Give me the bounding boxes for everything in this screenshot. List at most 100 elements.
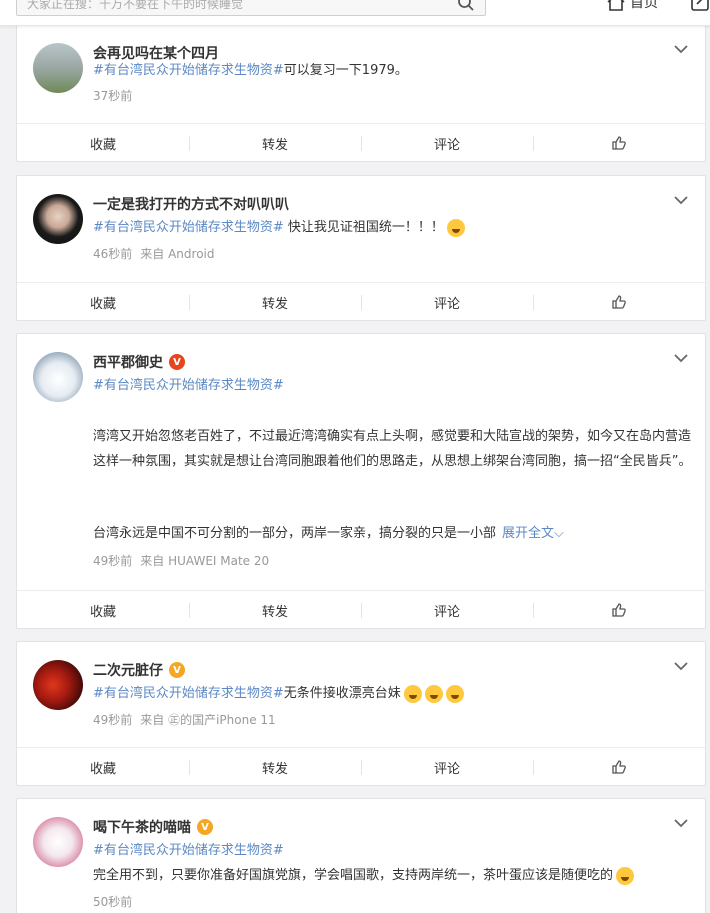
search-box[interactable]: 大家正在搜：千万不要在下午的时候睡觉 bbox=[16, 0, 486, 16]
comment-button[interactable]: 评论 bbox=[361, 591, 533, 629]
like-button[interactable] bbox=[533, 124, 705, 162]
repost-label: 转发 bbox=[261, 137, 288, 153]
home-icon bbox=[607, 0, 625, 11]
smile-emoji-icon bbox=[445, 684, 464, 703]
verified-badge-icon: V bbox=[169, 662, 185, 678]
feed-card: 会再见吗在某个四月 #有台湾民众开始储存求生物资#可以复习一下1979。 37秒… bbox=[16, 24, 706, 162]
post-body: 无条件接收漂亮台妹 bbox=[283, 686, 401, 701]
repost-button[interactable]: 转发 bbox=[189, 748, 361, 786]
post-time[interactable]: 37秒前 bbox=[93, 89, 132, 103]
user-name-row: 会再见吗在某个四月 bbox=[93, 43, 219, 63]
post-time[interactable]: 49秒前 bbox=[93, 554, 132, 568]
like-button[interactable] bbox=[533, 283, 705, 321]
user-name[interactable]: 会再见吗在某个四月 bbox=[93, 43, 219, 63]
verified-badge-icon: V bbox=[169, 354, 185, 370]
chevron-down-icon[interactable] bbox=[673, 817, 689, 829]
post-meta: 50秒前 bbox=[93, 893, 132, 910]
user-name[interactable]: 喝下午茶的喵喵 bbox=[93, 817, 191, 837]
comment-label: 评论 bbox=[433, 604, 460, 620]
thumbs-up-icon bbox=[612, 603, 626, 617]
feed-card: 西平郡御史 V #有台湾民众开始储存求生物资# 湾湾又开始忽悠老百姓了，不过最近… bbox=[16, 333, 706, 629]
like-button[interactable] bbox=[533, 748, 705, 786]
chevron-down-icon[interactable] bbox=[673, 43, 689, 55]
action-bar: 收藏 转发 评论 bbox=[17, 282, 705, 321]
user-name-row: 二次元脏仔 V bbox=[93, 660, 185, 680]
search-icon[interactable] bbox=[457, 0, 475, 12]
verified-badge-icon: V bbox=[197, 819, 213, 835]
scared-emoji-icon bbox=[446, 218, 465, 237]
topic-link[interactable]: #有台湾民众开始储存求生物资# bbox=[93, 843, 284, 858]
avatar[interactable] bbox=[33, 43, 83, 93]
post-source: 来自 HUAWEI Mate 20 bbox=[140, 554, 270, 568]
repost-label: 转发 bbox=[261, 604, 288, 620]
collect-label: 收藏 bbox=[89, 761, 116, 777]
repost-button[interactable]: 转发 bbox=[189, 124, 361, 162]
post-text: #有台湾民众开始储存求生物资# bbox=[93, 841, 284, 861]
like-button[interactable] bbox=[533, 591, 705, 629]
post-meta: 49秒前 来自 HUAWEI Mate 20 bbox=[93, 552, 269, 569]
comment-button[interactable]: 评论 bbox=[361, 124, 533, 162]
post-paragraph: 湾湾又开始忽悠老百姓了，不过最近湾湾确实有点上头啊，感觉要和大陆宣战的架势，如今… bbox=[93, 429, 692, 469]
home-link[interactable]: 首页 bbox=[606, 0, 658, 12]
collect-button[interactable]: 收藏 bbox=[17, 591, 189, 629]
avatar[interactable] bbox=[33, 660, 83, 710]
smile-emoji-icon bbox=[403, 684, 422, 703]
post-time[interactable]: 49秒前 bbox=[93, 713, 132, 727]
chevron-down-icon[interactable] bbox=[673, 352, 689, 364]
post-body: 完全用不到，只要你准备好国旗党旗，学会唱国歌，支持两岸统一，茶叶蛋应该是随便吃的 bbox=[93, 868, 614, 883]
search-placeholder: 大家正在搜：千万不要在下午的时候睡觉 bbox=[27, 0, 244, 11]
post-text: #有台湾民众开始储存求生物资# bbox=[93, 376, 284, 396]
compose-icon[interactable] bbox=[690, 0, 710, 12]
feed-card: 一定是我打开的方式不对叭叭叭 #有台湾民众开始储存求生物资# 快让我见证祖国统一… bbox=[16, 175, 706, 321]
repost-button[interactable]: 转发 bbox=[189, 283, 361, 321]
post-time[interactable]: 50秒前 bbox=[93, 895, 132, 909]
expand-link[interactable]: 展开全文⌵ bbox=[502, 526, 564, 541]
chevron-down-icon[interactable] bbox=[673, 194, 689, 206]
smile-emoji-icon bbox=[424, 684, 443, 703]
repost-button[interactable]: 转发 bbox=[189, 591, 361, 629]
post-text: #有台湾民众开始储存求生物资#无条件接收漂亮台妹 bbox=[93, 684, 464, 704]
post-paragraph: 台湾永远是中国不可分割的一部分，两岸一家亲，搞分裂的只是一小部 展开全文⌵ bbox=[93, 524, 564, 544]
comment-button[interactable]: 评论 bbox=[361, 748, 533, 786]
user-name[interactable]: 二次元脏仔 bbox=[93, 660, 163, 680]
post-body: 台湾永远是中国不可分割的一部分，两岸一家亲，搞分裂的只是一小部 bbox=[93, 526, 497, 541]
expand-label: 展开全文 bbox=[502, 526, 555, 541]
avatar[interactable] bbox=[33, 194, 83, 244]
action-bar: 收藏 转发 评论 bbox=[17, 747, 705, 786]
collect-label: 收藏 bbox=[89, 137, 116, 153]
post-meta: 46秒前 来自 Android bbox=[93, 245, 215, 262]
user-name-row: 一定是我打开的方式不对叭叭叭 bbox=[93, 194, 289, 214]
comment-button[interactable]: 评论 bbox=[361, 283, 533, 321]
post-time[interactable]: 46秒前 bbox=[93, 247, 132, 261]
topic-link[interactable]: #有台湾民众开始储存求生物资# bbox=[93, 686, 284, 701]
post-meta: 49秒前 来自 ㊣的国产iPhone 11 bbox=[93, 711, 276, 728]
post-body: 可以复习一下1979。 bbox=[283, 63, 408, 78]
post-text: #有台湾民众开始储存求生物资#可以复习一下1979。 bbox=[93, 61, 408, 81]
action-bar: 收藏 转发 评论 bbox=[17, 123, 705, 162]
user-name[interactable]: 西平郡御史 bbox=[93, 352, 163, 372]
chevron-down-icon[interactable] bbox=[673, 660, 689, 672]
comment-label: 评论 bbox=[433, 137, 460, 153]
thumbs-up-icon bbox=[612, 295, 626, 309]
post-source: 来自 ㊣的国产iPhone 11 bbox=[140, 713, 276, 727]
collect-button[interactable]: 收藏 bbox=[17, 124, 189, 162]
feed-card: 喝下午茶的喵喵 V #有台湾民众开始储存求生物资# 完全用不到，只要你准备好国旗… bbox=[16, 798, 706, 913]
thumbs-up-icon bbox=[612, 136, 626, 150]
topic-link[interactable]: #有台湾民众开始储存求生物资# bbox=[93, 220, 284, 235]
topic-link[interactable]: #有台湾民众开始储存求生物资# bbox=[93, 63, 284, 78]
post-source: 来自 Android bbox=[140, 247, 215, 261]
collect-button[interactable]: 收藏 bbox=[17, 748, 189, 786]
avatar[interactable] bbox=[33, 352, 83, 402]
post-text: #有台湾民众开始储存求生物资# 快让我见证祖国统一！！！ bbox=[93, 218, 465, 238]
avatar[interactable] bbox=[33, 817, 83, 867]
thumbs-up-icon bbox=[612, 760, 626, 774]
repost-label: 转发 bbox=[261, 296, 288, 312]
feed-card: 二次元脏仔 V #有台湾民众开始储存求生物资#无条件接收漂亮台妹 49秒前 来自 … bbox=[16, 641, 706, 786]
comment-label: 评论 bbox=[433, 761, 460, 777]
repost-label: 转发 bbox=[261, 761, 288, 777]
collect-button[interactable]: 收藏 bbox=[17, 283, 189, 321]
topic-link[interactable]: #有台湾民众开始储存求生物资# bbox=[93, 378, 284, 393]
laugh-emoji-icon bbox=[616, 866, 635, 885]
comment-label: 评论 bbox=[433, 296, 460, 312]
user-name[interactable]: 一定是我打开的方式不对叭叭叭 bbox=[93, 194, 289, 214]
